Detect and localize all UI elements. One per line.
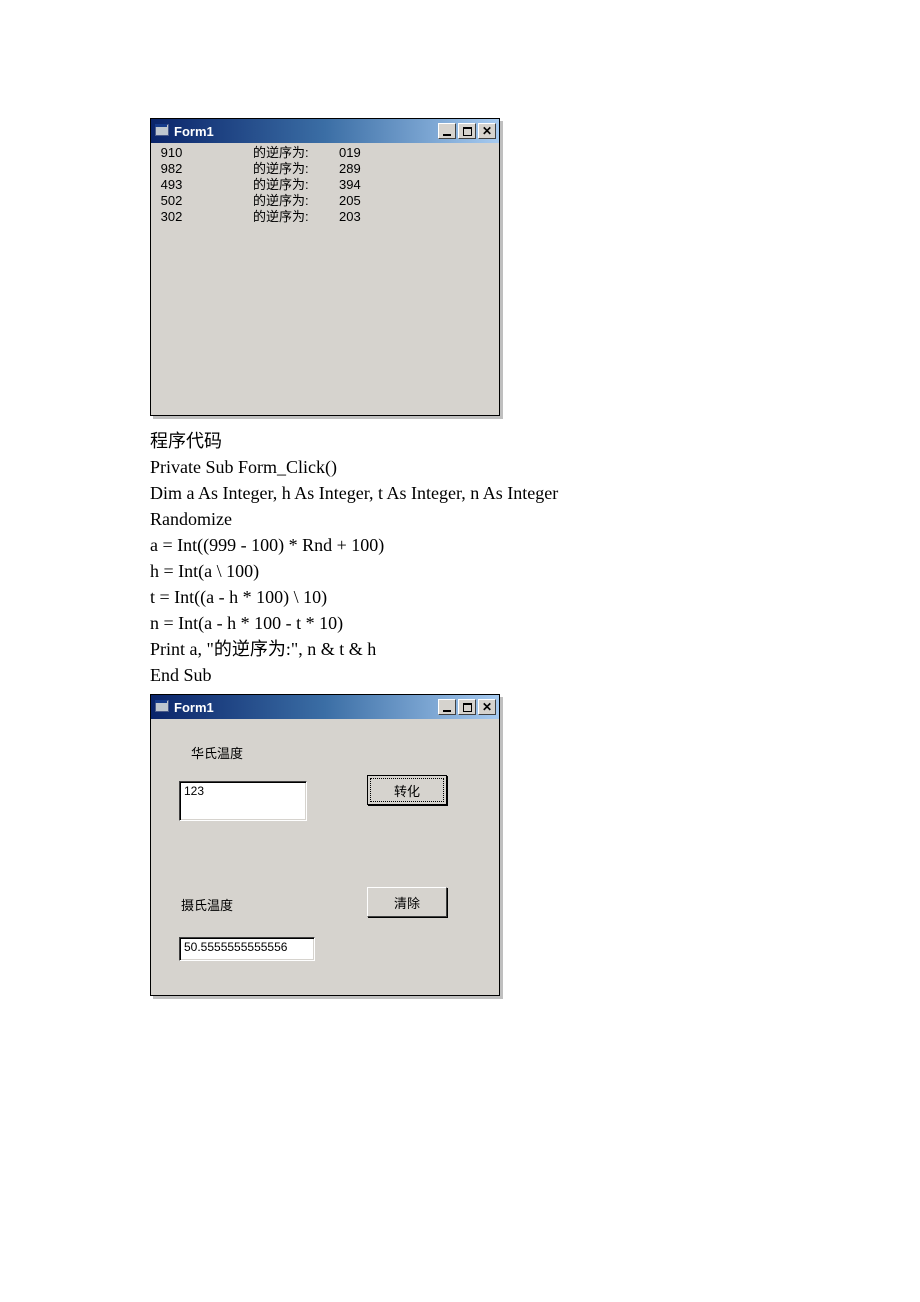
code-line: h = Int(a \ 100) (150, 558, 750, 584)
code-line: Randomize (150, 506, 750, 532)
output-row: 302 的逆序为: 203 (157, 209, 493, 225)
minimize-button[interactable] (438, 699, 456, 715)
output-label: 的逆序为: (253, 161, 339, 177)
output-number: 302 (157, 209, 253, 225)
form1-reverse-window: Form1 ✕ 910 的逆序为: 019 982 的逆序为: 289 493 … (150, 118, 500, 416)
code-line: t = Int((a - h * 100) \ 10) (150, 584, 750, 610)
output-number: 502 (157, 193, 253, 209)
output-number: 910 (157, 145, 253, 161)
code-line: a = Int((999 - 100) * Rnd + 100) (150, 532, 750, 558)
output-label: 的逆序为: (253, 209, 339, 225)
window-control-buttons: ✕ (438, 123, 496, 139)
code-line: n = Int(a - h * 100 - t * 10) (150, 610, 750, 636)
output-number: 493 (157, 177, 253, 193)
form1-temperature-window: Form1 ✕ 华氏温度 123 转化 摄氏温度 清除 50.555555555… (150, 694, 500, 996)
document-page: Form1 ✕ 910 的逆序为: 019 982 的逆序为: 289 493 … (0, 0, 920, 1302)
output-row: 982 的逆序为: 289 (157, 161, 493, 177)
output-reversed: 019 (339, 145, 399, 161)
form2-client-area: 华氏温度 123 转化 摄氏温度 清除 50.5555555555556 (151, 719, 499, 995)
fahrenheit-input[interactable]: 123 (179, 781, 307, 821)
code-line: End Sub (150, 662, 750, 688)
minimize-button[interactable] (438, 123, 456, 139)
form1-client-area[interactable]: 910 的逆序为: 019 982 的逆序为: 289 493 的逆序为: 39… (151, 143, 499, 227)
output-reversed: 203 (339, 209, 399, 225)
code-line: Print a, "的逆序为:", n & t & h (150, 636, 750, 662)
convert-button[interactable]: 转化 (367, 775, 447, 805)
celsius-output[interactable]: 50.5555555555556 (179, 937, 315, 961)
output-label: 的逆序为: (253, 193, 339, 209)
output-label: 的逆序为: (253, 145, 339, 161)
window-title: Form1 (174, 700, 438, 715)
close-button[interactable]: ✕ (478, 123, 496, 139)
titlebar[interactable]: Form1 ✕ (151, 695, 499, 719)
output-label: 的逆序为: (253, 177, 339, 193)
output-number: 982 (157, 161, 253, 177)
close-button[interactable]: ✕ (478, 699, 496, 715)
fahrenheit-label: 华氏温度 (191, 743, 243, 762)
vb-form-icon (154, 123, 170, 139)
output-row: 502 的逆序为: 205 (157, 193, 493, 209)
code-heading: 程序代码 (150, 428, 750, 454)
output-reversed: 205 (339, 193, 399, 209)
output-reversed: 289 (339, 161, 399, 177)
titlebar[interactable]: Form1 ✕ (151, 119, 499, 143)
window-control-buttons: ✕ (438, 699, 496, 715)
code-line: Private Sub Form_Click() (150, 454, 750, 480)
code-line: Dim a As Integer, h As Integer, t As Int… (150, 480, 750, 506)
output-row: 493 的逆序为: 394 (157, 177, 493, 193)
celsius-label: 摄氏温度 (181, 895, 233, 914)
source-code-block: 程序代码 Private Sub Form_Click() Dim a As I… (150, 428, 750, 688)
maximize-button[interactable] (458, 699, 476, 715)
maximize-button[interactable] (458, 123, 476, 139)
output-row: 910 的逆序为: 019 (157, 145, 493, 161)
clear-button[interactable]: 清除 (367, 887, 447, 917)
window-title: Form1 (174, 124, 438, 139)
vb-form-icon (154, 699, 170, 715)
output-reversed: 394 (339, 177, 399, 193)
